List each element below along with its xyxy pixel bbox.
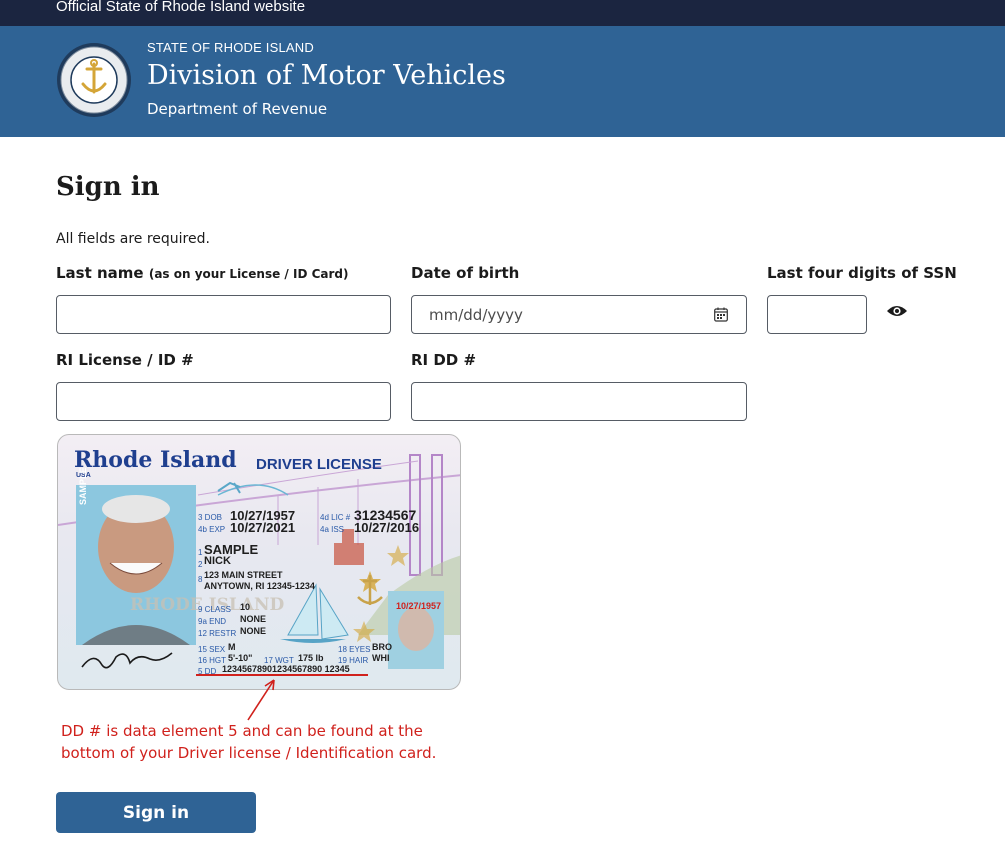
last-name-hint: (as on your License / ID Card) (148, 267, 349, 281)
page-title: Sign in (56, 172, 160, 202)
license-field (56, 382, 391, 421)
header-state: STATE OF RHODE ISLAND (147, 40, 314, 55)
ssn-input[interactable] (768, 296, 866, 333)
card-restr-code: 12 RESTR (198, 629, 237, 638)
card-address-1: 123 MAIN STREET (204, 570, 283, 580)
last-name-label-text: Last name (56, 264, 144, 282)
dd-field (411, 382, 747, 421)
calendar-icon[interactable] (714, 307, 728, 322)
dd-help-note: DD # is data element 5 and can be found … (61, 722, 437, 762)
card-eyes: BRO (372, 642, 392, 652)
card-address-code: 8 (198, 575, 203, 584)
card-address-2: ANYTOWN, RI 12345-1234 (204, 581, 315, 591)
dd-label: RI DD # (411, 351, 477, 369)
card-exp: 10/27/2021 (230, 520, 296, 535)
show-password-eye-icon[interactable] (886, 303, 908, 319)
card-class-code: 9 CLASS (198, 605, 231, 614)
card-sex: M (228, 642, 236, 652)
ssn-field (767, 295, 867, 334)
card-dd-code: 5 DD (198, 667, 217, 676)
card-first-name: NICK (204, 555, 231, 567)
card-hgt: 5'-10" (228, 653, 253, 663)
card-restr: NONE (240, 626, 267, 636)
card-dd: 12345678901234567890 12345 (222, 664, 350, 674)
card-ghost-date: 10/27/1957 (396, 601, 442, 611)
card-end: NONE (240, 614, 267, 624)
license-label: RI License / ID # (56, 351, 194, 369)
sign-in-button[interactable]: Sign in (56, 792, 256, 833)
card-exp-code: 4b EXP (198, 525, 226, 534)
card-last-name-code: 1 (198, 548, 203, 557)
card-class: 10 (240, 602, 251, 612)
pointer-arrow-icon (247, 679, 275, 721)
card-artwork (58, 454, 460, 676)
card-iss-code: 4a ISS (320, 525, 345, 534)
card-end-code: 9a END (198, 617, 227, 626)
state-seal-icon[interactable] (56, 42, 132, 118)
card-iss: 10/27/2016 (354, 520, 420, 535)
last-name-field (56, 295, 391, 334)
card-side-text: SAMPLE (78, 467, 88, 505)
ssn-label: Last four digits of SSN (767, 264, 957, 282)
card-eyes-code: 18 EYES (338, 645, 371, 654)
card-lic-code: 4d LIC # (320, 513, 351, 522)
card-hair: WHI (372, 653, 390, 663)
card-wgt: 175 lb (298, 653, 324, 663)
card-type: DRIVER LICENSE (256, 456, 382, 473)
dob-input[interactable] (412, 296, 746, 333)
license-input[interactable] (57, 383, 390, 420)
required-note: All fields are required. (56, 231, 210, 247)
dob-field (411, 295, 747, 334)
card-state: Rhode Island (74, 447, 237, 473)
site-header: STATE OF RHODE ISLAND Division of Motor … (0, 26, 1005, 137)
card-sex-code: 15 SEX (198, 645, 226, 654)
header-title[interactable]: Division of Motor Vehicles (147, 60, 506, 91)
card-dob-code: 3 DOB (198, 513, 223, 522)
sample-license-card: Rhode Island USA DRIVER LICENSE SAMPLE 3… (57, 434, 461, 690)
official-banner: Official State of Rhode Island website (0, 0, 1005, 26)
dob-label: Date of birth (411, 264, 520, 282)
dd-input[interactable] (412, 383, 746, 420)
last-name-input[interactable] (57, 296, 390, 333)
official-banner-text: Official State of Rhode Island website (56, 0, 306, 15)
last-name-label: Last name (as on your License / ID Card) (56, 264, 349, 282)
card-first-name-code: 2 (198, 560, 203, 569)
header-department: Department of Revenue (147, 100, 328, 118)
